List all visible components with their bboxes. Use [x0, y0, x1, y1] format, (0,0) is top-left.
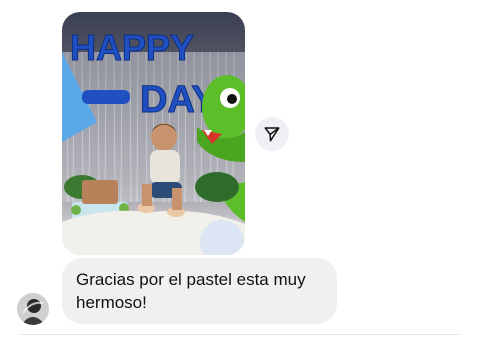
share-button[interactable]	[255, 117, 289, 151]
message-text: Gracias por el pastel esta muy hermoso!	[76, 270, 306, 312]
avatar-image	[17, 293, 49, 325]
divider	[20, 334, 460, 335]
balloon-letters-top: HAPPY	[70, 27, 194, 68]
paper-plane-icon	[264, 127, 280, 142]
message-photo[interactable]: HAPPY DAY	[62, 12, 245, 255]
photo-illustration: HAPPY DAY	[62, 27, 245, 255]
message-bubble[interactable]: Gracias por el pastel esta muy hermoso!	[62, 258, 337, 324]
sender-avatar[interactable]	[17, 293, 49, 325]
